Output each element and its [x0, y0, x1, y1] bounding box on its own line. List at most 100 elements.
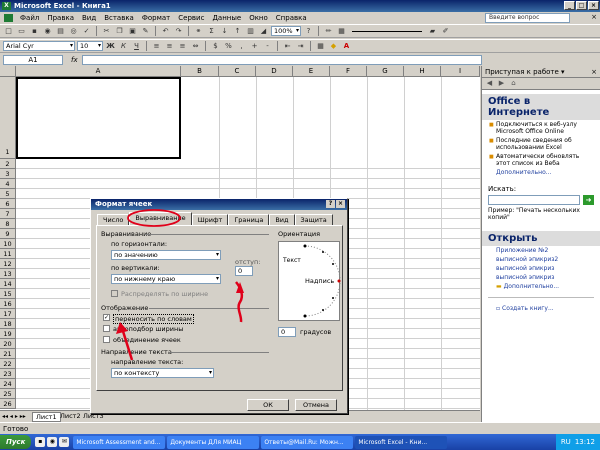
zoom-select[interactable]: 100% — [271, 26, 301, 36]
row-header[interactable]: 19 — [0, 329, 16, 339]
task-pane-header[interactable]: Приступая к работе ▾ × — [482, 66, 600, 78]
redo-icon[interactable]: ↷ — [173, 26, 184, 37]
sort-desc-icon[interactable]: ↑ — [232, 26, 243, 37]
pane-link[interactable]: Подключиться к веб-узлу Microsoft Office… — [482, 120, 600, 136]
column-header[interactable]: B — [181, 66, 219, 77]
increase-decimal-icon[interactable]: + — [249, 41, 260, 52]
tab-scroll-icon[interactable]: ◂◂ ◂ ▸ ▸▸ — [2, 413, 26, 420]
distribute-checkbox[interactable] — [111, 290, 118, 297]
back-icon[interactable]: ◀ — [485, 79, 494, 88]
row-header[interactable]: 18 — [0, 319, 16, 329]
close-button[interactable]: × — [588, 1, 599, 10]
align-left-icon[interactable]: ≡ — [151, 41, 162, 52]
menu-tools[interactable]: Сервис — [174, 14, 208, 22]
column-header[interactable]: I — [441, 66, 480, 77]
maximize-button[interactable]: □ — [576, 1, 587, 10]
recent-file[interactable]: выписной эпикриз — [482, 273, 600, 282]
mail-icon[interactable]: ✉ — [59, 437, 70, 447]
wrap-text-checkbox[interactable]: ✓ — [103, 314, 110, 321]
align-right-icon[interactable]: ≡ — [177, 41, 188, 52]
desktop-icon[interactable]: ▪ — [35, 437, 46, 447]
row-header[interactable]: 25 — [0, 389, 16, 399]
help-search-input[interactable]: Введите вопрос — [485, 13, 570, 23]
browser-icon[interactable]: ◉ — [47, 437, 58, 447]
permission-icon[interactable]: ◉ — [42, 26, 53, 37]
search-go-button[interactable]: ➜ — [583, 195, 594, 205]
selected-cell-a1[interactable] — [16, 77, 181, 159]
line-color-icon[interactable]: ✐ — [440, 26, 451, 37]
currency-icon[interactable]: $ — [210, 41, 221, 52]
dialog-close-button[interactable]: × — [336, 200, 345, 208]
paste-icon[interactable]: ▣ — [127, 26, 138, 37]
align-center-icon[interactable]: ≡ — [164, 41, 175, 52]
vertical-select[interactable]: по нижнему краю — [111, 274, 221, 284]
menu-file[interactable]: Файл — [16, 14, 43, 22]
row-header[interactable]: 2 — [0, 159, 16, 169]
help-icon[interactable]: ? — [303, 26, 314, 37]
open-icon[interactable]: ▭ — [16, 26, 27, 37]
cut-icon[interactable]: ✂ — [101, 26, 112, 37]
font-size-select[interactable]: 10 — [77, 41, 103, 51]
tab-border[interactable]: Граница — [228, 214, 270, 225]
hyperlink-icon[interactable]: ⚭ — [193, 26, 204, 37]
create-workbook-link[interactable]: ▫ Создать книгу... — [482, 304, 600, 313]
menu-insert[interactable]: Вставка — [100, 14, 138, 22]
recent-file[interactable]: выписной эпикриз2 — [482, 255, 600, 264]
column-header[interactable]: A — [16, 66, 181, 77]
close-workbook-icon[interactable]: × — [591, 13, 597, 21]
shrink-checkbox[interactable] — [103, 325, 110, 332]
chart-wizard-icon[interactable]: ▥ — [245, 26, 256, 37]
column-header[interactable]: E — [293, 66, 330, 77]
merge-center-icon[interactable]: ⇔ — [190, 41, 201, 52]
font-color-icon[interactable]: A — [341, 41, 352, 52]
decrease-indent-icon[interactable]: ⇤ — [282, 41, 293, 52]
bold-icon[interactable]: Ж — [105, 41, 116, 52]
cancel-button[interactable]: Отмена — [295, 399, 337, 411]
column-header[interactable]: G — [367, 66, 404, 77]
help-button[interactable]: ? — [326, 200, 335, 208]
format-painter-icon[interactable]: ✎ — [140, 26, 151, 37]
sort-asc-icon[interactable]: ↓ — [219, 26, 230, 37]
row-header[interactable]: 3 — [0, 169, 16, 179]
forward-icon[interactable]: ▶ — [497, 79, 506, 88]
insert-function-icon[interactable]: fx — [71, 56, 78, 64]
home-icon[interactable]: ⌂ — [509, 79, 518, 88]
row-header[interactable]: 26 — [0, 399, 16, 409]
copy-icon[interactable]: ❐ — [114, 26, 125, 37]
column-header[interactable]: H — [404, 66, 441, 77]
recent-file[interactable]: Приложение №2 — [482, 246, 600, 255]
underline-icon[interactable]: Ч — [131, 41, 142, 52]
menu-data[interactable]: Данные — [208, 14, 245, 22]
autosum-icon[interactable]: Σ — [206, 26, 217, 37]
border-style-icon[interactable]: ▦ — [336, 26, 347, 37]
menu-format[interactable]: Формат — [138, 14, 174, 22]
tab-patterns[interactable]: Вид — [269, 214, 295, 225]
language-indicator[interactable]: RU — [561, 434, 571, 450]
menu-edit[interactable]: Правка — [43, 14, 78, 22]
row-header[interactable]: 20 — [0, 339, 16, 349]
row-header[interactable]: 14 — [0, 279, 16, 289]
eraser-icon[interactable]: ▰ — [427, 26, 438, 37]
pane-link[interactable]: Автоматически обновлять этот список из В… — [482, 152, 600, 168]
borders-icon[interactable]: ▦ — [315, 41, 326, 52]
font-name-select[interactable]: Arial Cyr — [3, 41, 75, 51]
column-header[interactable]: F — [330, 66, 367, 77]
minimize-button[interactable]: _ — [564, 1, 575, 10]
tab-protection[interactable]: Защита — [294, 214, 333, 225]
row-header[interactable]: 17 — [0, 309, 16, 319]
start-button[interactable]: Пуск — [0, 435, 32, 449]
task-button-excel[interactable]: Microsoft Excel - Кни... — [355, 435, 448, 449]
recent-file[interactable]: выписной эпикриз — [482, 264, 600, 273]
menu-window[interactable]: Окно — [245, 14, 272, 22]
more-link[interactable]: Дополнительно... — [482, 168, 600, 177]
print-icon[interactable]: ▤ — [55, 26, 66, 37]
row-header[interactable]: 8 — [0, 219, 16, 229]
row-header[interactable]: 1 — [0, 77, 16, 159]
row-header[interactable]: 7 — [0, 209, 16, 219]
horizontal-select[interactable]: по значению — [111, 250, 221, 260]
drawing-icon[interactable]: ◢ — [258, 26, 269, 37]
menu-help[interactable]: Справка — [272, 14, 311, 22]
task-button[interactable]: Документы ДЛя МИАЦ — [167, 435, 260, 449]
row-header[interactable]: 23 — [0, 369, 16, 379]
task-button[interactable]: Ответы@Mail.Ru: Можн... — [261, 435, 354, 449]
